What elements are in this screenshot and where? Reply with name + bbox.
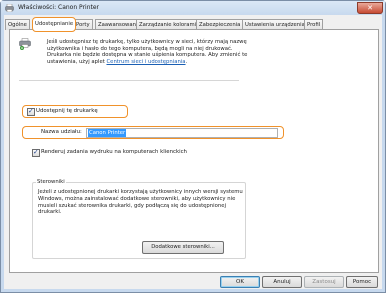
share-name-row: Nazwa udziału: Canon Printer [22,126,284,139]
close-button[interactable]: ✕ [357,2,383,14]
drivers-group: Sterowniki Jeżeli z udostępnionej drukar… [32,179,246,259]
sharing-panel: Jeśli udostępnisz tę drukarkę, tylko uży… [9,29,379,273]
drivers-info-text: Jeżeli z udostępnionej drukarki korzysta… [38,189,243,216]
additional-drivers-button[interactable]: Dodatkowe sterowniki... [142,241,224,254]
checkmark-icon: ✓ [28,107,34,115]
cancel-button[interactable]: Anuluj [262,276,302,288]
share-printer-label[interactable]: Udostępnij tę drukarkę [36,108,98,115]
window-title: Właściwości: Canon Printer [18,4,100,11]
drivers-group-title: Sterowniki [36,179,66,186]
sharing-info-text: Jeśli udostępnisz tę drukarkę, tylko uży… [47,39,252,65]
sharing-info-end: . [185,58,188,65]
help-button[interactable]: Pomoc [346,276,378,288]
properties-window: Właściwości: Canon Printer ✕ Ogólne Udos… [0,0,386,293]
ok-button[interactable]: OK [220,276,260,288]
apply-button[interactable]: Zastosuj [304,276,344,288]
share-name-label: Nazwa udziału: [41,129,82,135]
share-printer-checkbox[interactable]: ✓ [27,107,35,116]
printer-icon [5,4,14,12]
network-center-link[interactable]: Centrum sieci i udostępniania [106,59,185,65]
close-icon: ✕ [367,4,373,12]
share-printer-checkbox-row[interactable]: ✓ Udostępnij tę drukarkę [22,105,128,118]
render-jobs-checkbox[interactable]: ✓ [32,148,40,157]
checkmark-icon: ✓ [33,148,39,156]
tab-sharing[interactable]: Udostępnianie [32,17,77,32]
render-jobs-label[interactable]: Renderuj zadania wydruku na komputerach … [41,149,187,156]
shared-printer-icon [19,38,31,50]
dialog-client: Ogólne Udostępnianie Porty Zaawansowane … [4,15,382,289]
title-bar[interactable]: Właściwości: Canon Printer ✕ [1,1,385,15]
share-name-value: Canon Printer [88,129,127,137]
share-name-input[interactable]: Canon Printer [86,128,278,138]
divider [19,80,239,81]
render-jobs-checkbox-row[interactable]: ✓ Renderuj zadania wydruku na komputerac… [32,148,282,158]
